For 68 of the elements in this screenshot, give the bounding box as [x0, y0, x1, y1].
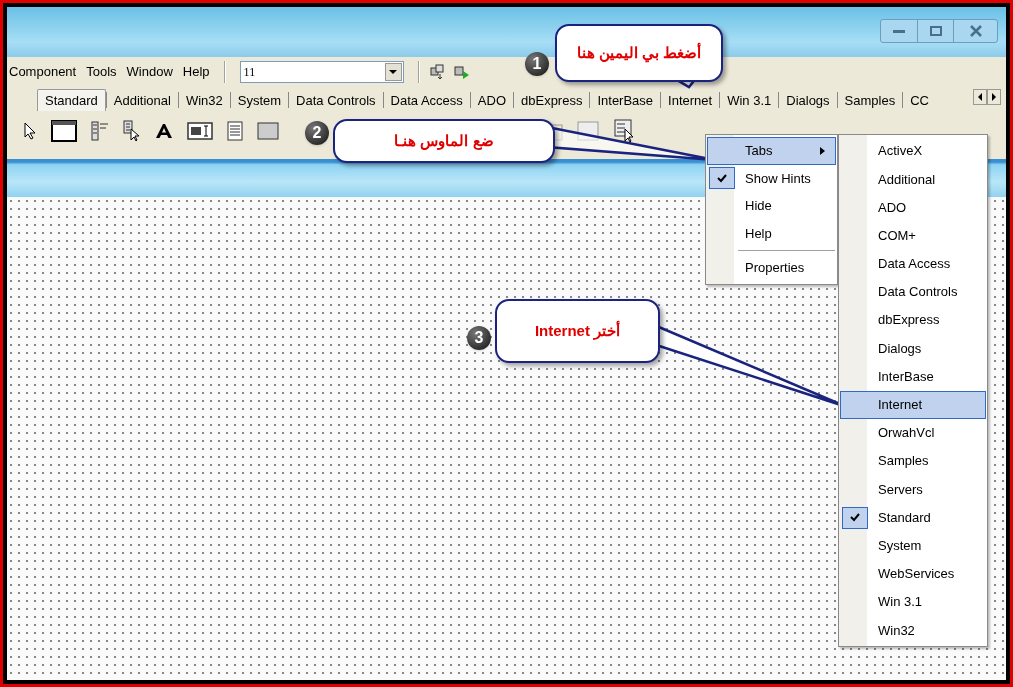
palette-tab[interactable]: Dialogs — [779, 91, 837, 111]
tab-scroll-button[interactable] — [973, 89, 987, 105]
minimize-icon — [893, 29, 905, 33]
menu-item[interactable]: Hide — [707, 192, 836, 220]
menu-item[interactable]: Help — [182, 62, 210, 82]
menu-item[interactable]: Window — [126, 62, 173, 82]
menu-item[interactable]: Data Access — [840, 249, 986, 278]
submenu-arrow-icon — [820, 146, 825, 155]
palette-tab[interactable]: Win 3.1 — [720, 91, 779, 111]
menu-item[interactable]: Win32 — [840, 616, 986, 645]
menu-item[interactable]: Tabs — [707, 137, 836, 165]
palette-tab[interactable]: CC — [903, 91, 936, 111]
menu-item[interactable]: InterBase — [840, 362, 986, 391]
palette-tab[interactable]: System — [230, 91, 289, 111]
panel-icon[interactable] — [577, 121, 599, 141]
checkmark-icon — [717, 173, 727, 183]
run-icon — [453, 64, 470, 80]
palette-tab[interactable]: ADO — [470, 91, 513, 111]
close-icon — [969, 25, 982, 37]
dropdown-arrow-icon — [389, 70, 398, 74]
palette-tab[interactable]: Data Controls — [289, 91, 383, 111]
combo-value: 11 — [242, 64, 256, 81]
memo-icon[interactable] — [227, 121, 243, 141]
menu-item[interactable]: WebServices — [840, 559, 986, 588]
palette-tab[interactable]: InterBase — [590, 91, 661, 111]
palette-tab[interactable]: Internet — [661, 91, 720, 111]
menu-item[interactable]: Dialogs — [840, 334, 986, 363]
menu-item[interactable]: System — [840, 531, 986, 560]
menu-item[interactable]: Servers — [840, 475, 986, 504]
actionlist-icon[interactable] — [613, 119, 635, 143]
menu-item[interactable]: Show Hints — [707, 164, 836, 192]
maximize-icon — [929, 26, 942, 36]
right-arrow-icon — [991, 92, 997, 102]
palette-tab[interactable]: Data Access — [383, 91, 470, 111]
form-icon[interactable] — [51, 120, 77, 142]
menu-item[interactable]: ADO — [840, 193, 986, 222]
menu-icon[interactable] — [91, 121, 109, 141]
edit-box-icon[interactable] — [187, 121, 213, 141]
menu-item[interactable]: Component — [9, 62, 77, 82]
popup-menu-icon[interactable] — [123, 120, 141, 142]
menu-item[interactable]: Additional — [840, 165, 986, 194]
callout-text: ضع الماوس هنـا — [394, 130, 494, 152]
menu-item[interactable]: Properties — [707, 254, 836, 282]
menu-item[interactable]: Win 3.1 — [840, 588, 986, 617]
palette-tab[interactable]: dbExpress — [514, 91, 590, 111]
menu-item[interactable]: Tools — [86, 62, 117, 82]
tab-scroll-button[interactable] — [987, 89, 1001, 105]
menu-item[interactable]: Help — [707, 219, 836, 247]
menu-item[interactable]: Samples — [840, 447, 986, 476]
callout-text: أضغط بي اليمين هنا — [576, 41, 702, 65]
menu-item[interactable]: Data Controls — [840, 277, 986, 307]
combo-box[interactable]: 11 — [239, 61, 404, 83]
menu-item[interactable]: ActiveX — [840, 137, 986, 166]
menu-item[interactable]: COM+ — [840, 221, 986, 250]
menu-item[interactable]: OrwahVcl — [840, 418, 986, 448]
pointer-icon[interactable] — [23, 122, 37, 140]
palette-tab[interactable]: Standard — [37, 89, 106, 111]
callout-text: أختر Internet — [534, 319, 621, 342]
menu-item[interactable]: Standard — [840, 503, 986, 532]
checkmark-icon — [850, 513, 860, 523]
left-arrow-icon — [977, 92, 983, 102]
menu-item[interactable]: dbExpress — [840, 306, 986, 335]
palette-tab[interactable]: Additional — [106, 91, 178, 111]
menu-item[interactable]: Internet — [840, 390, 986, 419]
palette-tab[interactable]: Samples — [837, 91, 903, 111]
label-icon[interactable] — [155, 123, 173, 139]
components-icon — [429, 64, 446, 80]
palette-tab[interactable]: Win32 — [178, 91, 230, 111]
